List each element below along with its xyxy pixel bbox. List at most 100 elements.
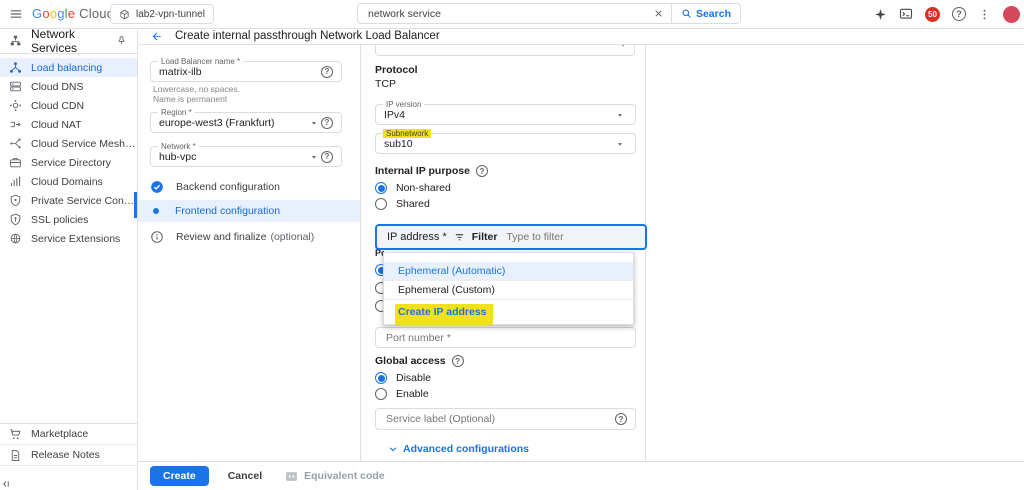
filter-icon: [454, 232, 465, 243]
radio-selected-icon: [375, 182, 387, 194]
radio-non-shared[interactable]: Non-shared: [375, 181, 451, 195]
protocol-value: TCP: [375, 78, 396, 90]
port-number-input[interactable]: [384, 331, 627, 345]
help-icon[interactable]: [321, 66, 333, 78]
region-value: europe-west3 (Frankfurt): [159, 117, 307, 129]
arrow-drop-down-icon: [615, 139, 625, 149]
create-ip-address-link[interactable]: Create IP address: [395, 304, 493, 325]
lb-name-helper: Lowercase, no spaces. Name is permanent: [153, 84, 240, 104]
step-backend-configuration[interactable]: Backend configuration: [137, 177, 360, 197]
sidebar-item-cloud-cdn[interactable]: Cloud CDN: [0, 96, 137, 115]
page-title: Create internal passthrough Network Load…: [175, 30, 440, 42]
search-button[interactable]: Search: [671, 4, 740, 23]
sidebar-item-release-notes[interactable]: Release Notes: [0, 445, 137, 465]
ssl-policies-icon: [9, 213, 22, 226]
google-cloud-logo[interactable]: Google Cloud: [32, 6, 114, 21]
avatar[interactable]: [1003, 6, 1020, 23]
option-ephemeral-automatic[interactable]: Ephemeral (Automatic): [384, 262, 633, 280]
search-bar: Search: [357, 3, 741, 24]
clear-search-icon[interactable]: [646, 8, 671, 19]
help-icon[interactable]: [321, 151, 333, 163]
gcp-console: Google Cloud lab2-vpn-tunnel Search: [0, 0, 1024, 490]
back-arrow-icon[interactable]: [150, 30, 163, 43]
marketplace-icon: [9, 428, 22, 441]
ip-address-combobox[interactable]: IP address * Filter: [375, 224, 647, 250]
subnetwork-select[interactable]: Subnetwork sub10: [375, 133, 636, 154]
sidebar-item-cloud-nat[interactable]: Cloud NAT: [0, 115, 137, 134]
create-button[interactable]: Create: [150, 466, 209, 486]
service-label-field[interactable]: [375, 408, 636, 430]
lb-name-value: matrix-ilb: [159, 66, 321, 78]
global-access-label: Global access: [375, 355, 464, 367]
help-icon[interactable]: [615, 413, 627, 425]
ip-address-dropdown: Ephemeral (Automatic) Ephemeral (Custom)…: [383, 252, 634, 325]
network-services-icon: [9, 34, 22, 47]
notifications-badge[interactable]: 50: [925, 7, 940, 22]
arrow-drop-down-icon: [309, 152, 319, 162]
sidebar-item-service-extensions[interactable]: Service Extensions: [0, 229, 137, 248]
sidebar-item-cloud-domains[interactable]: Cloud Domains: [0, 172, 137, 191]
collapse-sidebar-icon[interactable]: [0, 478, 137, 490]
sidebar-item-cloud-service-mesh[interactable]: Cloud Service Mesh (Traff...: [0, 134, 137, 153]
sidebar-item-load-balancing[interactable]: Load balancing: [0, 58, 137, 77]
port-number-field[interactable]: [375, 327, 636, 348]
help-icon[interactable]: [952, 7, 966, 21]
more-vert-icon[interactable]: [978, 8, 991, 21]
sidebar-item-service-directory[interactable]: Service Directory: [0, 153, 137, 172]
cloud-domains-icon: [9, 175, 22, 188]
step-frontend-configuration[interactable]: Frontend configuration: [137, 200, 360, 222]
subnetwork-value: sub10: [384, 138, 613, 150]
cloud-dns-icon: [9, 80, 22, 93]
project-selector[interactable]: lab2-vpn-tunnel: [110, 4, 214, 24]
sidebar-item-private-service-connect[interactable]: Private Service Connect: [0, 191, 137, 210]
advanced-configurations-link[interactable]: Advanced configurations: [388, 443, 529, 455]
internal-ip-purpose-label: Internal IP purpose: [375, 165, 488, 177]
help-icon[interactable]: [476, 165, 488, 177]
radio-disable[interactable]: Disable: [375, 371, 431, 385]
region-select[interactable]: Region * europe-west3 (Frankfurt): [150, 112, 342, 133]
sidebar-item-marketplace[interactable]: Marketplace: [0, 424, 137, 444]
chevron-down-icon: [388, 444, 398, 454]
project-name: lab2-vpn-tunnel: [136, 9, 205, 20]
step-review-finalize[interactable]: Review and finalize (optional): [137, 227, 360, 247]
divider: [645, 44, 646, 462]
pin-icon[interactable]: [116, 35, 127, 46]
code-icon: [285, 470, 298, 483]
radio-shared[interactable]: Shared: [375, 197, 430, 211]
release-notes-icon: [9, 449, 22, 462]
radio-selected-icon: [375, 372, 387, 384]
sidebar-scrollbar[interactable]: [134, 192, 137, 218]
option-ephemeral-custom[interactable]: Ephemeral (Custom): [384, 280, 633, 300]
info-icon: [150, 230, 164, 244]
service-label-input[interactable]: [384, 412, 615, 426]
cloud-shell-icon[interactable]: [899, 7, 913, 21]
menu-icon[interactable]: [9, 7, 23, 21]
service-extensions-icon: [9, 232, 22, 245]
top-bar: Google Cloud lab2-vpn-tunnel Search: [0, 0, 1024, 29]
service-directory-icon: [9, 156, 22, 169]
cloud-wordmark: Cloud: [79, 6, 114, 21]
equivalent-code-button[interactable]: Equivalent code: [285, 470, 385, 483]
project-icon: [119, 9, 130, 20]
search-icon: [681, 8, 692, 19]
cancel-button[interactable]: Cancel: [222, 469, 268, 483]
scrolled-field-partial[interactable]: ▾: [375, 44, 635, 56]
ip-filter-input[interactable]: [504, 230, 645, 244]
lb-name-field[interactable]: Load Balancer name * matrix-ilb: [150, 61, 342, 82]
sidebar-item-cloud-dns[interactable]: Cloud DNS: [0, 77, 137, 96]
sidebar-item-ssl-policies[interactable]: SSL policies: [0, 210, 137, 229]
action-bar: Create Cancel Equivalent code: [137, 461, 1024, 490]
radio-unselected-icon: [375, 388, 387, 400]
sidebar-nav: Load balancing Cloud DNS Cloud CDN Cloud…: [0, 58, 137, 248]
radio-enable[interactable]: Enable: [375, 387, 429, 401]
content: Load Balancer name * matrix-ilb Lowercas…: [137, 44, 1024, 462]
ip-version-select[interactable]: IP version IPv4: [375, 104, 636, 125]
gemini-icon[interactable]: [874, 8, 887, 21]
sidebar-header: Network Services: [0, 28, 137, 54]
search-input[interactable]: [358, 8, 646, 20]
help-icon[interactable]: [452, 355, 464, 367]
private-service-connect-icon: [9, 194, 22, 207]
cloud-cdn-icon: [9, 99, 22, 112]
network-select[interactable]: Network * hub-vpc: [150, 146, 342, 167]
help-icon[interactable]: [321, 117, 333, 129]
